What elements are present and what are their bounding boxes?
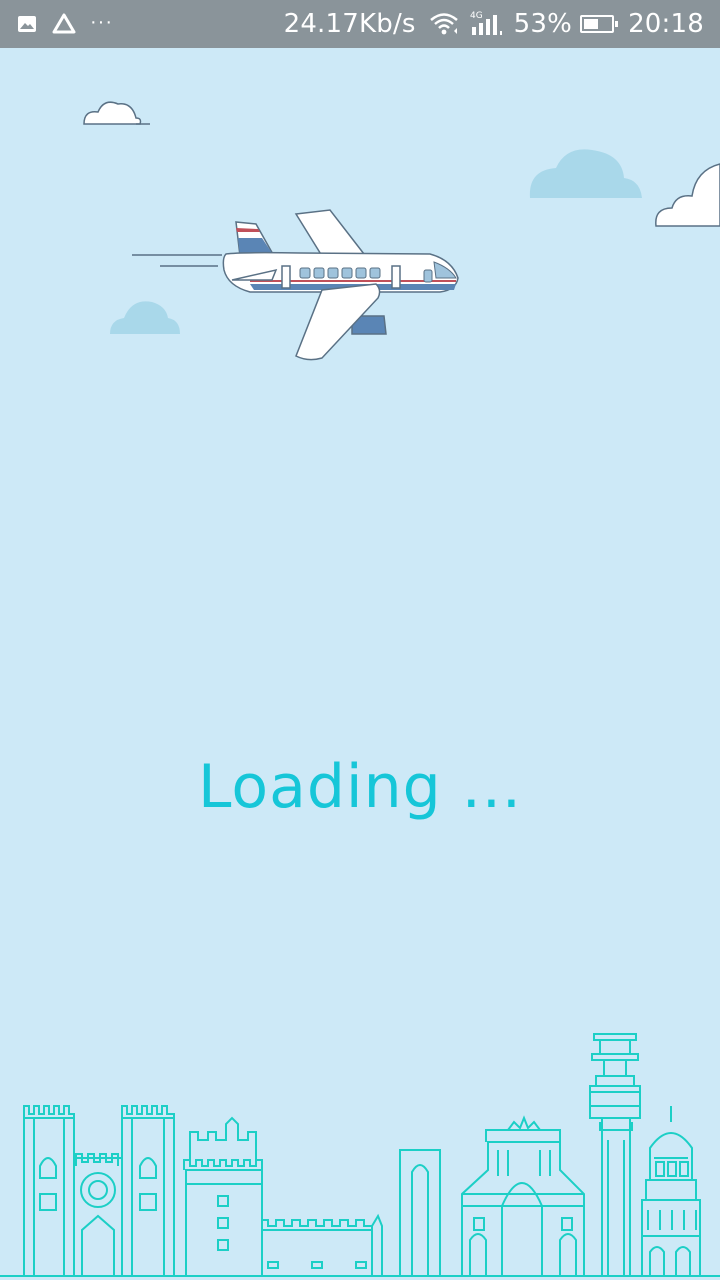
clock: 20:18: [628, 9, 704, 39]
cloud-icon: [110, 301, 180, 334]
city-skyline-illustration: [0, 1033, 720, 1277]
outline-cloud-icon: [83, 101, 150, 125]
status-bar: ··· 24.17Kb/s 4G 53% 20:18: [0, 0, 720, 48]
cloud-icon: [529, 149, 642, 198]
speed-lines: [132, 254, 222, 267]
signal-icon: 4G: [470, 11, 502, 35]
drive-icon: [52, 13, 76, 34]
loading-text: Loading ...: [197, 752, 522, 822]
network-speed: 24.17Kb/s: [283, 9, 416, 39]
castle-tower-building: [183, 1116, 263, 1276]
sky-illustration: [83, 101, 720, 361]
airplane-icon: [222, 209, 459, 361]
image-icon: [18, 16, 36, 32]
arch-monument: [399, 1149, 441, 1276]
elevator-tower-building: [589, 1033, 641, 1276]
network-type-label: 4G: [470, 11, 483, 21]
cathedral-building: [23, 1105, 175, 1276]
battery-percent: 53%: [513, 9, 573, 39]
outline-cloud-icon: [655, 163, 720, 227]
status-bar-left: ···: [16, 0, 113, 48]
status-bar-right: 24.17Kb/s 4G 53% 20:18: [284, 0, 704, 48]
battery-icon: [580, 15, 619, 33]
castle-wall: [261, 1213, 383, 1276]
domed-building: [641, 1106, 701, 1276]
triumphal-arch-building: [461, 1115, 585, 1276]
battery-fill: [584, 19, 599, 29]
more-dots-icon: ···: [90, 10, 113, 33]
wifi-icon: [429, 13, 458, 35]
